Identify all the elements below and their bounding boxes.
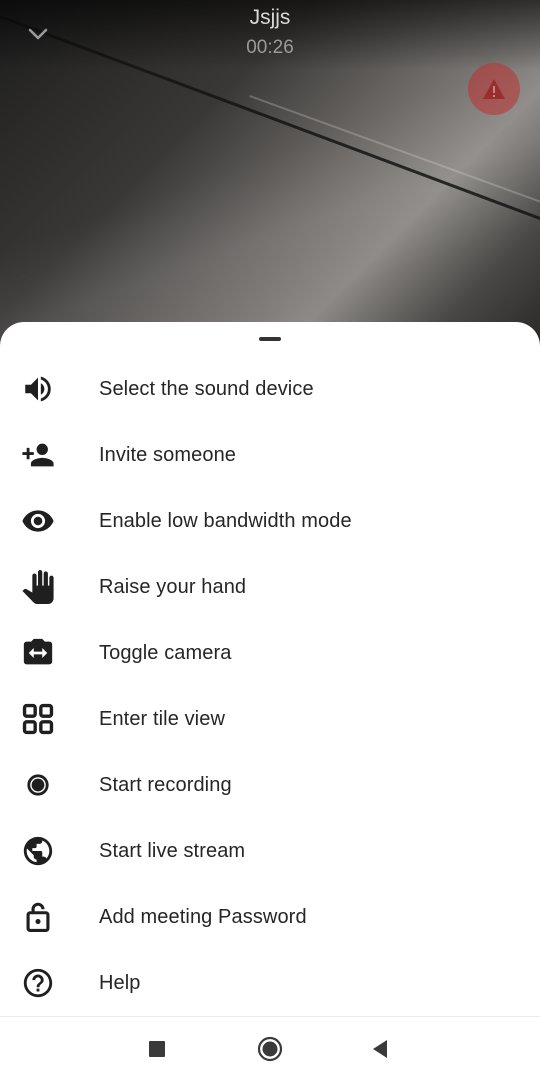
hand-icon (22, 570, 54, 604)
volume-icon (25, 376, 51, 402)
menu-item-label: Select the sound device (99, 377, 314, 400)
overflow-menu-sheet: Select the sound device Invite someone E… (0, 322, 540, 1016)
call-timer: 00:26 (246, 37, 294, 58)
menu-item-label: Enable low bandwidth mode (99, 509, 352, 532)
menu-item-help[interactable]: Help (0, 950, 540, 1016)
menu-item-low-bandwidth[interactable]: Enable low bandwidth mode (0, 488, 540, 554)
conference-name: Jsjjs (249, 6, 291, 29)
menu-item-label: Invite someone (99, 443, 237, 466)
record-icon (27, 774, 49, 796)
menu-item-sound-device[interactable]: Select the sound device (0, 356, 540, 422)
menu-item-label: Start recording (99, 773, 232, 796)
menu-item-raise-hand[interactable]: Raise your hand (0, 554, 540, 620)
menu-item-invite[interactable]: Invite someone (0, 422, 540, 488)
eye-icon (22, 510, 54, 532)
sheet-drag-handle[interactable] (259, 337, 281, 341)
menu-item-toggle-camera[interactable]: Toggle camera (0, 620, 540, 686)
menu-item-tile-view[interactable]: Enter tile view (0, 686, 540, 752)
system-navigation-bar (0, 1016, 540, 1080)
help-icon (23, 968, 53, 998)
home-icon (257, 1036, 283, 1062)
overflow-menu: Select the sound device Invite someone E… (0, 356, 540, 1016)
recents-button[interactable] (139, 1031, 175, 1067)
menu-item-start-recording[interactable]: Start recording (0, 752, 540, 818)
menu-item-live-stream[interactable]: Start live stream (0, 818, 540, 884)
home-button[interactable] (252, 1031, 288, 1067)
menu-item-label: Toggle camera (99, 641, 232, 664)
menu-item-meeting-password[interactable]: Add meeting Password (0, 884, 540, 950)
switch-camera-icon (23, 638, 53, 665)
menu-item-label: Help (99, 971, 141, 994)
warning-icon (483, 79, 505, 99)
menu-item-label: Add meeting Password (99, 905, 307, 928)
globe-icon (23, 836, 53, 866)
menu-item-label: Enter tile view (99, 707, 225, 730)
person-add-icon (22, 443, 54, 467)
recents-icon (149, 1041, 165, 1057)
menu-item-label: Raise your hand (99, 575, 247, 598)
tile-view-icon (22, 703, 54, 735)
lock-icon (26, 902, 50, 933)
connection-warning-button[interactable] (468, 63, 520, 115)
back-icon (373, 1040, 387, 1058)
back-button[interactable] (362, 1031, 398, 1067)
menu-item-label: Start live stream (99, 839, 246, 862)
